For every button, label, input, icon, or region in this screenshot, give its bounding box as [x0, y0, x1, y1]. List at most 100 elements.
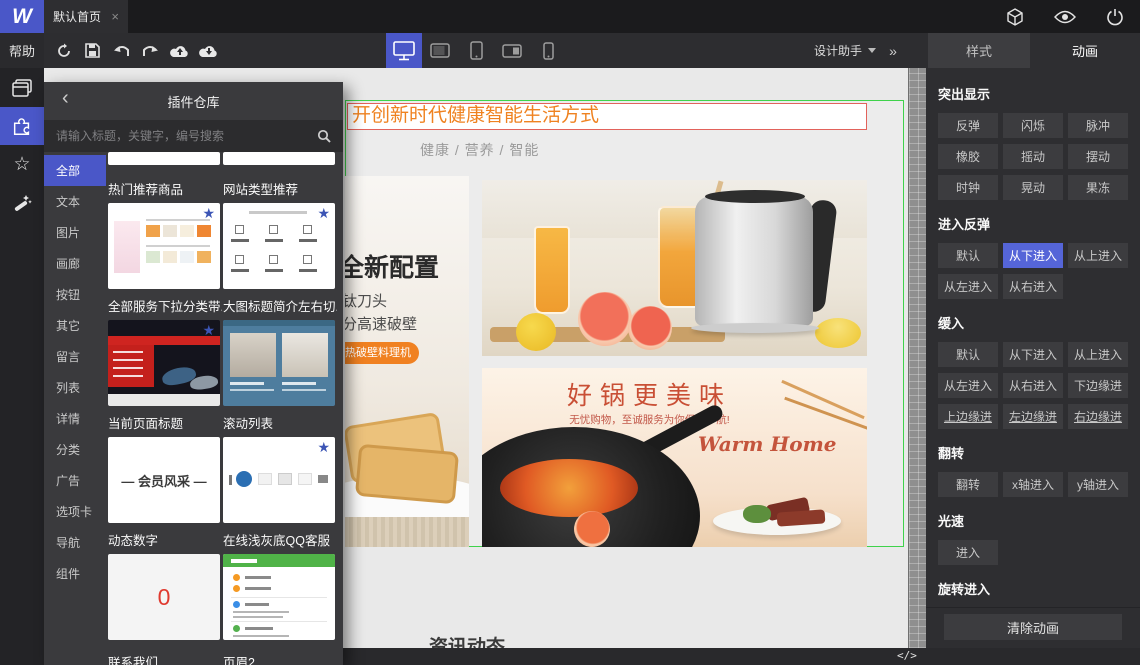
page-tab-default-home[interactable]: 默认首页 ×	[44, 0, 128, 33]
star-icon: ★	[202, 322, 215, 338]
plugin-category[interactable]: 画廊	[44, 248, 106, 279]
anim-button[interactable]: 橡胶	[938, 144, 998, 169]
anim-button[interactable]: 翻转	[938, 472, 998, 497]
plugin-card-qq-service[interactable]	[223, 554, 335, 640]
anim-button[interactable]: 从上进入	[1068, 243, 1128, 268]
promo-image-wok[interactable]: 好锅更美味 无忧购物，至诚服务为你保驾护航! Warm Home	[482, 368, 867, 547]
anim-button[interactable]: 从右进入	[1003, 373, 1063, 398]
plugin-card-image-switcher[interactable]	[223, 320, 335, 406]
device-tablet-landscape-icon[interactable]	[422, 33, 458, 68]
anim-button[interactable]: 从左进入	[938, 373, 998, 398]
device-laptop-icon[interactable]	[494, 33, 530, 68]
plugin-card-site-types[interactable]: ★	[223, 203, 335, 289]
sidebar-item-pages[interactable]	[0, 69, 44, 107]
page-tab-label: 默认首页	[53, 10, 102, 24]
plugin-card-scrolling-list[interactable]: ★	[223, 437, 335, 523]
components-cube-icon[interactable]	[1004, 6, 1026, 28]
plugin-card-preview-text: — 会员风采 —	[121, 473, 207, 489]
search-icon[interactable]	[317, 129, 331, 143]
plugin-card[interactable]	[223, 152, 335, 165]
anim-button[interactable]: 摆动	[1068, 144, 1128, 169]
promo-image-blender[interactable]: 全新配置 钛刀头 分高速破壁 热破壁料理机	[345, 176, 469, 547]
wok-food-shape	[500, 459, 638, 517]
device-tablet-portrait-icon[interactable]	[458, 33, 494, 68]
anim-button[interactable]: 左边缘进	[1003, 404, 1063, 429]
anim-button[interactable]: 晃动	[1003, 175, 1063, 200]
back-arrow-icon[interactable]: ‹	[62, 87, 69, 110]
plugin-category[interactable]: 详情	[44, 403, 106, 434]
anim-button[interactable]: 反弹	[938, 113, 998, 138]
anim-button[interactable]: 默认	[938, 243, 998, 268]
anim-button[interactable]: 果冻	[1068, 175, 1128, 200]
sidebar-item-favorites[interactable]: ☆	[0, 145, 44, 183]
canvas-scrollbar[interactable]	[908, 68, 926, 648]
app-logo[interactable]: W	[0, 0, 44, 33]
plugin-category[interactable]: 留言	[44, 341, 106, 372]
plugin-category-all[interactable]: 全部	[44, 155, 106, 186]
plugin-category[interactable]: 文本	[44, 186, 106, 217]
tab-style[interactable]: 样式	[928, 33, 1030, 68]
plugin-card[interactable]	[108, 152, 220, 165]
plugin-card-page-title[interactable]: — 会员风采 —	[108, 437, 220, 523]
anim-button[interactable]: 从左进入	[938, 274, 998, 299]
anim-button[interactable]: 上边缘进	[938, 404, 998, 429]
plugin-category[interactable]: 导航	[44, 527, 106, 558]
plugin-category[interactable]: 图片	[44, 217, 106, 248]
anim-button[interactable]: 从下进入	[1003, 342, 1063, 367]
anim-button[interactable]: x轴进入	[1003, 472, 1063, 497]
plugin-label: 页眉2	[223, 656, 255, 665]
cloud-download-icon[interactable]	[197, 39, 220, 62]
promo-image-kettle[interactable]	[482, 180, 867, 356]
refresh-icon[interactable]	[52, 39, 75, 62]
selected-page-section[interactable]: 开创新时代健康智能生活方式 健康 / 营养 / 智能 全新配置 钛刀头 分高速破…	[345, 100, 904, 547]
plugin-category[interactable]: 组件	[44, 558, 106, 589]
plugin-category[interactable]: 选项卡	[44, 496, 106, 527]
close-icon[interactable]: ×	[111, 9, 119, 24]
chevron-down-icon	[868, 48, 877, 53]
anim-button[interactable]: 闪烁	[1003, 113, 1063, 138]
power-exit-icon[interactable]	[1104, 6, 1126, 28]
plugin-card-dropdown-nav[interactable]: ★	[108, 320, 220, 406]
help-button[interactable]: 帮助	[0, 33, 44, 68]
page-title-textbox[interactable]: 开创新时代健康智能生活方式	[347, 103, 867, 130]
anim-button-selected[interactable]: 从下进入	[1003, 243, 1063, 268]
save-icon[interactable]	[81, 39, 104, 62]
anim-button[interactable]: 时钟	[938, 175, 998, 200]
plugin-category[interactable]: 列表	[44, 372, 106, 403]
undo-icon[interactable]	[110, 39, 133, 62]
anim-button[interactable]: 进入	[938, 540, 998, 565]
clear-animation-button[interactable]: 清除动画	[944, 614, 1122, 640]
plugin-category[interactable]: 分类	[44, 434, 106, 465]
plugin-card-dynamic-number[interactable]: 0	[108, 554, 220, 640]
more-tools-button[interactable]: »	[882, 33, 904, 68]
sidebar-item-plugins[interactable]	[0, 107, 44, 145]
design-assistant-dropdown[interactable]: 设计助手	[814, 33, 877, 68]
anim-button[interactable]: 下边缘进	[1068, 373, 1128, 398]
code-view-icon[interactable]: </>	[897, 649, 917, 662]
plugin-search-input[interactable]	[56, 129, 317, 143]
device-phone-icon[interactable]	[530, 33, 566, 68]
plugin-category[interactable]: 其它	[44, 310, 106, 341]
device-preview-switcher	[386, 33, 566, 68]
anim-button[interactable]: 脉冲	[1068, 113, 1128, 138]
plugin-category[interactable]: 按钮	[44, 279, 106, 310]
star-outline-icon: ☆	[13, 153, 31, 175]
star-icon: ★	[317, 205, 330, 221]
preview-eye-icon[interactable]	[1054, 6, 1076, 28]
anim-button[interactable]: 从上进入	[1068, 342, 1128, 367]
page-subtitle[interactable]: 健康 / 营养 / 智能	[420, 140, 539, 160]
anim-button[interactable]: y轴进入	[1068, 472, 1128, 497]
device-desktop-icon[interactable]	[386, 33, 422, 68]
kettle-body-shape	[695, 196, 813, 326]
cloud-upload-icon[interactable]	[168, 39, 191, 62]
sidebar-item-design-tools[interactable]	[0, 183, 44, 221]
tab-animation[interactable]: 动画	[1030, 33, 1140, 68]
anim-button[interactable]: 从右进入	[1003, 274, 1063, 299]
anim-button[interactable]: 默认	[938, 342, 998, 367]
redo-icon[interactable]	[139, 39, 162, 62]
anim-button[interactable]: 右边缘进	[1068, 404, 1128, 429]
plugin-category[interactable]: 广告	[44, 465, 106, 496]
anim-button[interactable]: 摇动	[1003, 144, 1063, 169]
plugin-card-hot-products[interactable]: ★	[108, 203, 220, 289]
promo-line2: 分高速破壁	[345, 316, 418, 333]
